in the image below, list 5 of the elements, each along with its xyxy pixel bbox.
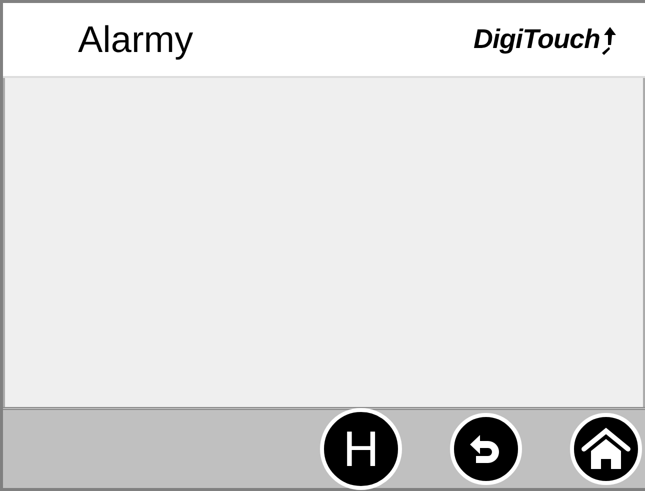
screen-title: Alarmy	[78, 18, 194, 60]
h-button[interactable]: H	[320, 408, 402, 490]
home-icon	[581, 427, 631, 471]
arrow-icon	[601, 25, 617, 55]
logo-text: DigiTouch	[474, 24, 600, 55]
